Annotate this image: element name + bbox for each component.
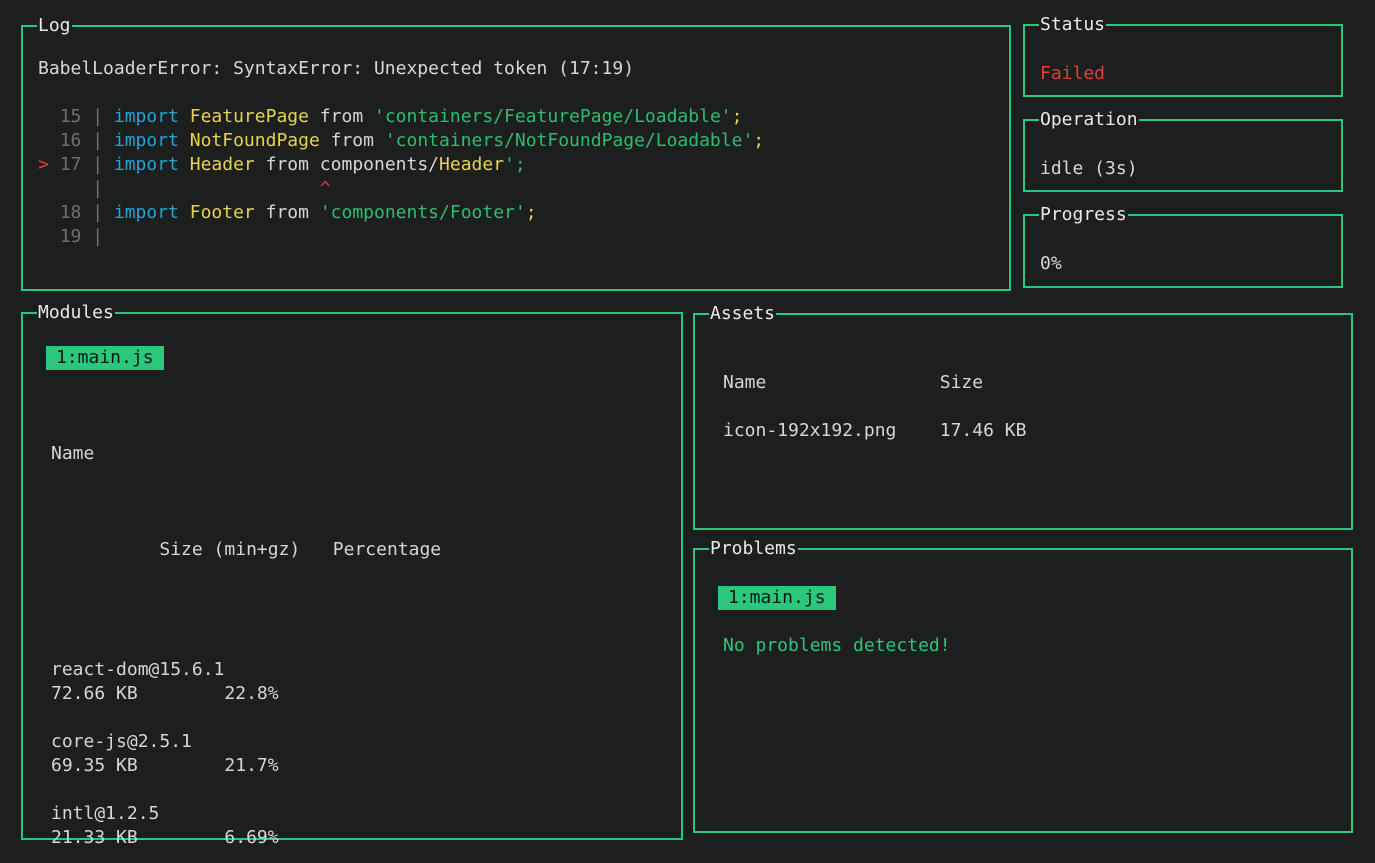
code-token: 'components/Footer'	[320, 202, 526, 223]
panel-operation: Operation idle (3s)	[1023, 119, 1343, 192]
code-token: 'containers/NotFoundPage/Loadable'	[385, 130, 753, 151]
problems-message: No problems detected!	[723, 634, 1341, 658]
assets-panel-title: Assets	[709, 302, 776, 326]
module-size: 72.66 KB	[51, 682, 224, 706]
code-frame: 15 | import FeaturePage from 'containers…	[38, 105, 995, 249]
module-percentage: 21.7%	[224, 755, 278, 776]
module-name: core-js@2.5.1	[51, 730, 671, 754]
assets-header-name: Name	[723, 371, 940, 395]
error-line-marker	[38, 106, 60, 127]
code-token: ;	[732, 106, 743, 127]
line-number: 16 |	[60, 130, 114, 151]
modules-rows: react-dom@15.6.172.66 KB22.8% core-js@2.5…	[51, 658, 671, 863]
code-token: Header	[190, 154, 255, 175]
code-token	[179, 202, 190, 223]
line-number: 18 |	[60, 202, 114, 223]
code-token: ;	[526, 202, 537, 223]
modules-panel-title: Modules	[37, 301, 115, 325]
code-line: > 17 | import Header from components/Hea…	[38, 153, 995, 177]
assets-headers: NameSize	[723, 371, 1341, 395]
module-percentage: 6.69%	[224, 827, 278, 848]
module-row: core-js@2.5.169.35 KB21.7%	[51, 730, 671, 778]
modules-headers: Name Size (min+gz)Percentage	[51, 394, 671, 634]
log-content: BabelLoaderError: SyntaxError: Unexpecte…	[23, 27, 1009, 249]
operation-panel-title: Operation	[1039, 108, 1139, 132]
problems-bundle-badge: 1:main.js	[718, 586, 836, 610]
error-line-marker	[38, 178, 60, 199]
code-token: 'containers/FeaturePage/Loadable'	[374, 106, 732, 127]
code-line: 18 | import Footer from 'components/Foot…	[38, 201, 995, 225]
error-line-marker	[38, 226, 60, 247]
code-token: import	[114, 106, 179, 127]
code-line: 15 | import FeaturePage from 'containers…	[38, 105, 995, 129]
code-line: | ^	[38, 177, 995, 201]
asset-name: icon-192x192.png	[723, 419, 940, 443]
code-token: Footer	[190, 202, 255, 223]
code-token: import	[114, 130, 179, 151]
assets-content: NameSize icon-192x192.png17.46 KB	[695, 315, 1351, 443]
assets-header-size: Size	[940, 372, 983, 393]
code-token: FeaturePage	[190, 106, 309, 127]
error-message: BabelLoaderError: SyntaxError: Unexpecte…	[38, 57, 995, 81]
code-token: from	[255, 202, 320, 223]
code-token: from components/	[255, 154, 439, 175]
code-token: from	[320, 130, 385, 151]
code-token: ;	[753, 130, 764, 151]
log-panel-title: Log	[37, 14, 72, 38]
spacer	[51, 370, 671, 394]
modules-header-size: Size (min+gz)	[159, 538, 332, 562]
code-token: from	[309, 106, 374, 127]
asset-size: 17.46 KB	[940, 420, 1027, 441]
code-token: ^	[114, 178, 331, 199]
module-row: intl@1.2.521.33 KB6.69%	[51, 802, 671, 850]
line-number: 19 |	[60, 226, 114, 247]
code-token: ';	[504, 154, 526, 175]
code-line: 19 |	[38, 225, 995, 249]
problems-content: 1:main.js No problems detected!	[695, 550, 1351, 658]
module-size: 21.33 KB	[51, 826, 224, 850]
module-name: react-dom@15.6.1	[51, 658, 671, 682]
modules-content: 1:main.js Name Size (min+gz)Percentage r…	[23, 314, 681, 863]
modules-header-name: Name	[51, 442, 671, 466]
error-line-marker	[38, 130, 60, 151]
error-line-marker	[38, 202, 60, 223]
code-token	[179, 130, 190, 151]
code-token	[179, 154, 190, 175]
asset-row: icon-192x192.png17.46 KB	[723, 419, 1341, 443]
module-row: react-dom@15.6.172.66 KB22.8%	[51, 658, 671, 706]
status-panel-title: Status	[1039, 13, 1106, 37]
panel-status: Status Failed	[1023, 24, 1343, 97]
panel-modules: Modules 1:main.js Name Size (min+gz)Perc…	[21, 312, 683, 840]
module-percentage: 22.8%	[224, 683, 278, 704]
progress-panel-title: Progress	[1039, 203, 1128, 227]
panel-progress: Progress 0%	[1023, 214, 1343, 288]
code-token: import	[114, 154, 179, 175]
code-token: NotFoundPage	[190, 130, 320, 151]
problems-panel-title: Problems	[709, 537, 798, 561]
code-token: Header	[439, 154, 504, 175]
line-number: 15 |	[60, 106, 114, 127]
modules-header-percentage: Percentage	[333, 539, 441, 560]
panel-problems: Problems 1:main.js No problems detected!	[693, 548, 1353, 833]
line-number: 17 |	[60, 154, 114, 175]
code-token: import	[114, 202, 179, 223]
panel-assets: Assets NameSize icon-192x192.png17.46 KB	[693, 313, 1353, 530]
module-name: intl@1.2.5	[51, 802, 671, 826]
code-token	[179, 106, 190, 127]
webpack-dashboard: Log BabelLoaderError: SyntaxError: Unexp…	[0, 0, 1375, 863]
error-line-marker: >	[38, 154, 60, 175]
modules-bundle-badge: 1:main.js	[46, 346, 164, 370]
module-size: 69.35 KB	[51, 754, 224, 778]
code-line: 16 | import NotFoundPage from 'container…	[38, 129, 995, 153]
panel-log: Log BabelLoaderError: SyntaxError: Unexp…	[21, 25, 1011, 291]
line-number: |	[60, 178, 114, 199]
assets-rows: icon-192x192.png17.46 KB	[723, 419, 1341, 443]
